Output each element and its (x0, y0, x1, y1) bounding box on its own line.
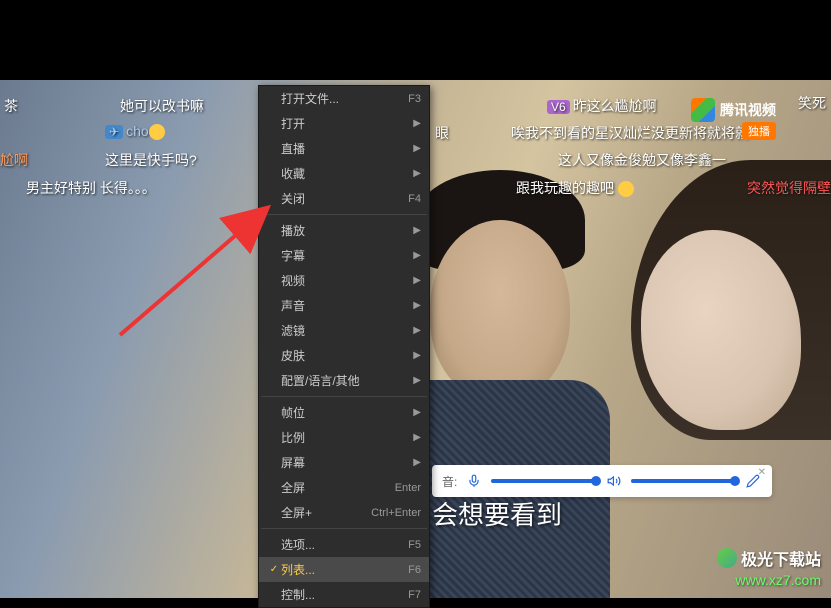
menu-config[interactable]: 配置/语言/其他 ▶ (259, 368, 429, 393)
submenu-arrow-icon: ▶ (413, 407, 421, 418)
menu-open-file[interactable]: 打开文件... F3 (259, 86, 429, 111)
danmaku-comment: 笑死 (798, 93, 826, 113)
menu-fullscreen-plus[interactable]: 全屏+ Ctrl+Enter (259, 500, 429, 525)
menu-fullscreen[interactable]: 全屏 Enter (259, 475, 429, 500)
submenu-arrow-icon: ▶ (413, 350, 421, 361)
menu-separator (261, 396, 427, 397)
danmaku-comment: 尬啊 (0, 150, 28, 170)
menu-audio[interactable]: 声音 ▶ (259, 293, 429, 318)
site-watermark: 极光下载站 www.xz7.com (717, 546, 821, 588)
danmaku-comment: 她可以改书嘛 (120, 96, 204, 116)
danmaku-comment: 眼 (435, 123, 449, 143)
menu-live[interactable]: 直播 ▶ (259, 136, 429, 161)
danmaku-comment: 唉我不到看的星汉灿烂没更新将就将就 (511, 123, 749, 143)
site-logo-icon (717, 548, 737, 568)
danmaku-comment: 这里是快手吗? (105, 150, 197, 170)
menu-filter[interactable]: 滤镜 ▶ (259, 318, 429, 343)
toolbar-label: 音: (442, 473, 457, 490)
submenu-arrow-icon: ▶ (413, 457, 421, 468)
submenu-arrow-icon: ▶ (413, 300, 421, 311)
menu-playlist[interactable]: ✓ 列表... F6 (259, 557, 429, 582)
close-icon[interactable]: ✕ (758, 467, 766, 478)
emoji-icon (618, 181, 634, 197)
microphone-icon[interactable] (465, 472, 483, 490)
danmaku-comment: 男主好特别 长得。。。 (26, 178, 156, 198)
menu-screen[interactable]: 屏幕 ▶ (259, 450, 429, 475)
site-name: 极光下载站 (741, 546, 821, 570)
danmaku-comment: 跟我玩趣的趣吧 (516, 178, 634, 198)
brand-logo: 腾讯视频 (691, 98, 776, 122)
exclusive-tag: 独播 (742, 122, 776, 140)
context-menu: 打开文件... F3 打开 ▶ 直播 ▶ 收藏 ▶ 关闭 F4 播放 ▶ 字幕 … (258, 85, 430, 608)
vip-badge-icon: V6 (547, 100, 570, 114)
slider-thumb[interactable] (591, 476, 601, 486)
danmaku-comment: 这人又像金俊勉又像李鑫一 (558, 150, 726, 170)
submenu-arrow-icon: ▶ (413, 143, 421, 154)
speaker-volume-slider[interactable] (631, 479, 736, 483)
video-subtitle: 会想要看到 (432, 495, 562, 532)
emoji-icon (149, 124, 165, 140)
site-url: www.xz7.com (717, 572, 821, 588)
menu-ratio[interactable]: 比例 ▶ (259, 425, 429, 450)
video-content (430, 220, 570, 400)
menu-favorite[interactable]: 收藏 ▶ (259, 161, 429, 186)
menu-control[interactable]: 控制... F7 (259, 582, 429, 607)
menu-play[interactable]: 播放 ▶ (259, 218, 429, 243)
menu-close[interactable]: 关闭 F4 (259, 186, 429, 211)
audio-toolbar: ✕ 音: (432, 465, 772, 497)
slider-thumb[interactable] (730, 476, 740, 486)
menu-options[interactable]: 选项... F5 (259, 532, 429, 557)
submenu-arrow-icon: ▶ (413, 432, 421, 443)
submenu-arrow-icon: ▶ (413, 118, 421, 129)
menu-skin[interactable]: 皮肤 ▶ (259, 343, 429, 368)
menu-open[interactable]: 打开 ▶ (259, 111, 429, 136)
submenu-arrow-icon: ▶ (413, 168, 421, 179)
menu-separator (261, 214, 427, 215)
danmaku-comment: 茶 (4, 96, 18, 116)
danmaku-comment: 突然觉得隔壁 (747, 178, 831, 198)
menu-frame[interactable]: 帧位 ▶ (259, 400, 429, 425)
submenu-arrow-icon: ▶ (413, 275, 421, 286)
user-badge-icon: ✈ (105, 125, 123, 139)
submenu-arrow-icon: ▶ (413, 325, 421, 336)
submenu-arrow-icon: ▶ (413, 250, 421, 261)
menu-video[interactable]: 视频 ▶ (259, 268, 429, 293)
submenu-arrow-icon: ▶ (413, 375, 421, 386)
menu-separator (261, 528, 427, 529)
check-icon: ✓ (267, 564, 281, 575)
mic-volume-slider[interactable] (491, 479, 596, 483)
brand-name: 腾讯视频 (720, 100, 776, 120)
submenu-arrow-icon: ▶ (413, 225, 421, 236)
menu-subtitle[interactable]: 字幕 ▶ (259, 243, 429, 268)
danmaku-comment: V6昨这么尴尬啊 (547, 96, 657, 116)
tencent-video-icon (691, 98, 715, 122)
danmaku-comment: ✈cho (105, 123, 165, 140)
speaker-icon[interactable] (605, 472, 623, 490)
